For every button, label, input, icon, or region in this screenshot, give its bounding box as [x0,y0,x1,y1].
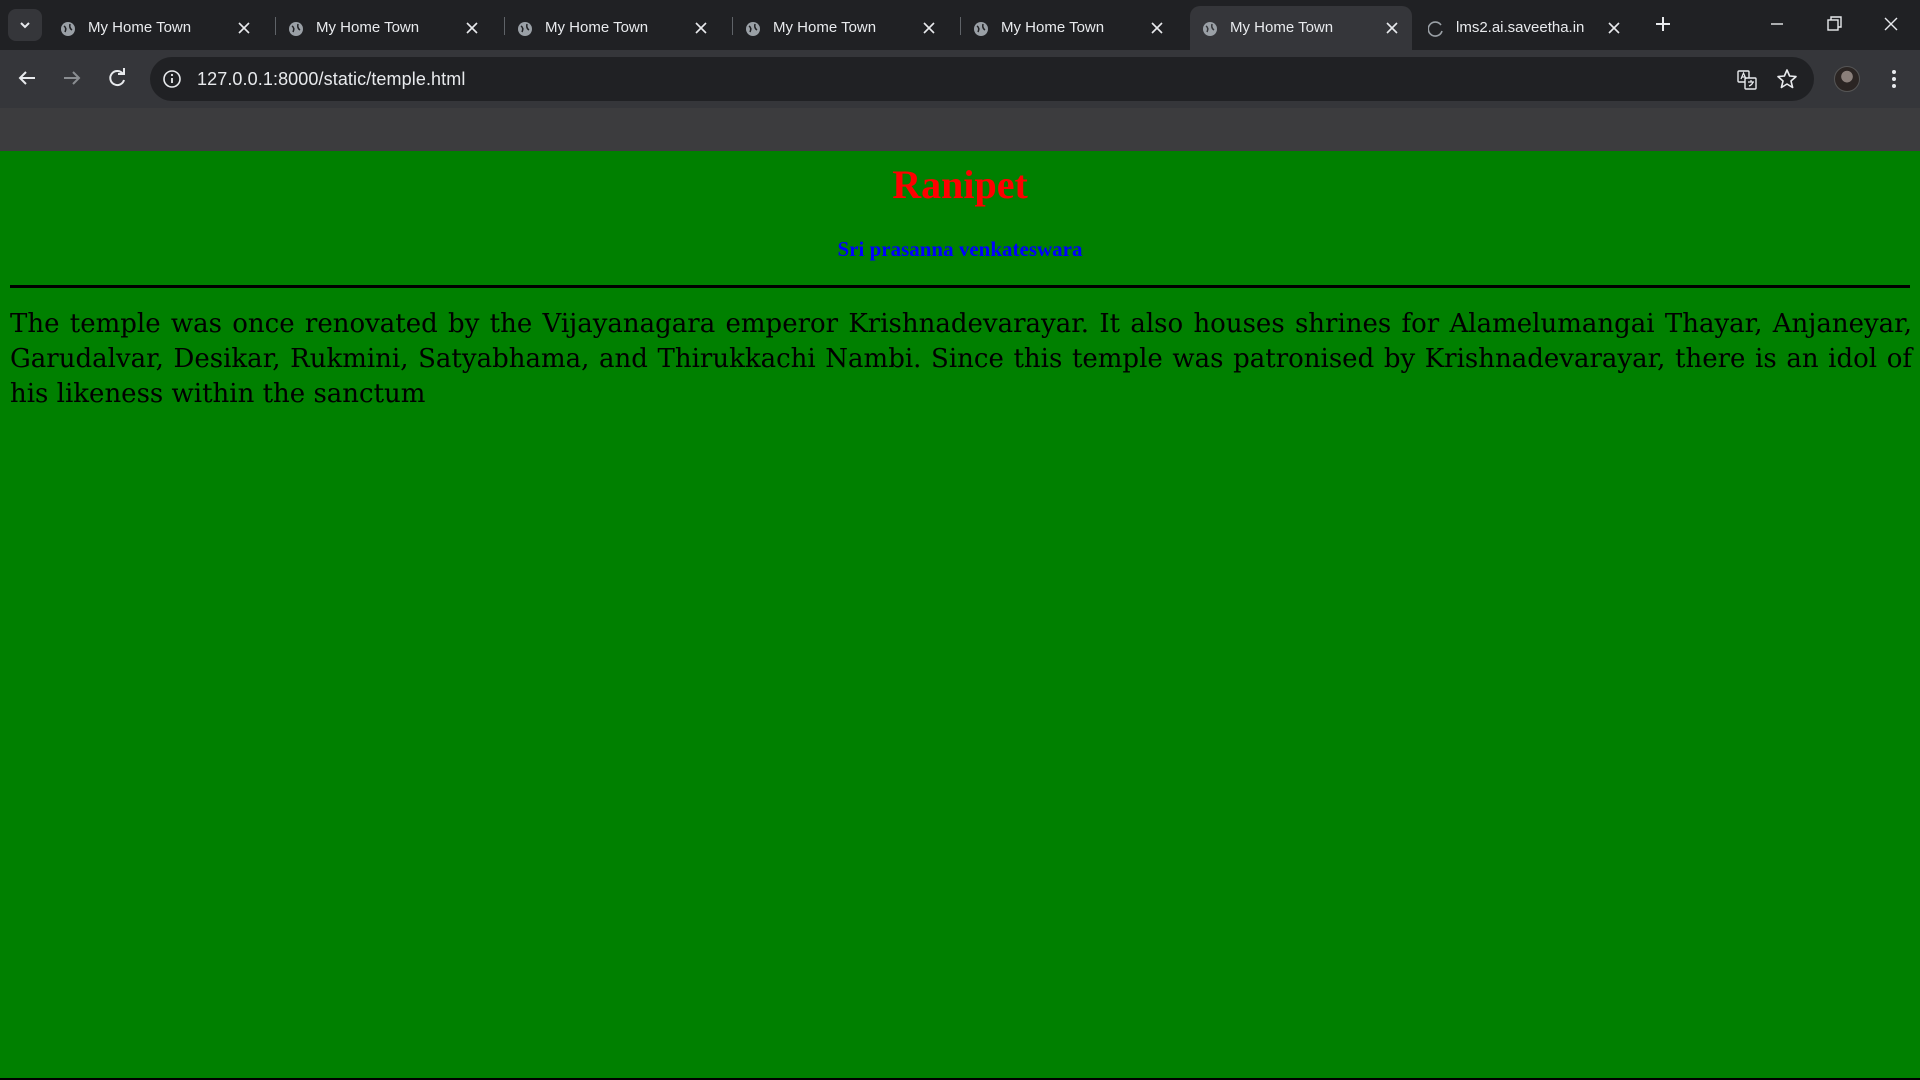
address-bar-url[interactable]: 127.0.0.1:8000/static/temple.html [197,69,465,90]
temple-description: The temple was once renovated by the Vij… [10,309,1912,409]
forward-arrow-icon[interactable] [60,66,84,90]
globe-icon [746,22,760,36]
new-tab-plus-icon[interactable] [1652,13,1674,35]
browser-tab[interactable]: My Home Town [48,6,264,50]
page-title: Ranipet [892,162,1028,207]
browser-tab[interactable]: My Home Town [276,6,492,50]
browser-tab[interactable]: My Home Town [505,6,721,50]
close-icon[interactable] [236,20,252,36]
globe-icon [518,22,532,36]
tab-strip: My Home Town My Home Town My Home Town M… [0,0,1920,50]
translate-icon[interactable] [1736,69,1758,91]
bookmarks-bar [0,108,1920,151]
tab-search-button[interactable] [8,9,42,41]
minimize-icon[interactable] [1763,10,1791,38]
globe-icon [289,22,303,36]
globe-icon [1203,22,1217,36]
close-icon[interactable] [1384,20,1400,36]
horizontal-rule [10,285,1910,288]
tab-title: My Home Town [1001,19,1105,36]
reload-icon[interactable] [105,66,129,90]
more-menu-icon[interactable] [1882,66,1906,92]
profile-avatar[interactable] [1834,66,1860,92]
browser-tab[interactable]: My Home Town [961,6,1177,50]
bookmark-star-icon[interactable] [1776,68,1798,90]
tab-title: My Home Town [1230,19,1334,36]
browser-tab-active[interactable]: My Home Town [1190,6,1412,50]
close-icon[interactable] [921,20,937,36]
close-icon[interactable] [464,20,480,36]
back-arrow-icon[interactable] [15,66,39,90]
page-content: Ranipet Sri prasanna venkateswara The te… [0,151,1920,1080]
browser-tab[interactable]: lms2.ai.saveetha.in [1416,6,1634,50]
close-icon[interactable] [1606,20,1622,36]
close-icon[interactable] [693,20,709,36]
tab-title: lms2.ai.saveetha.in [1456,19,1585,36]
tab-title: My Home Town [545,19,649,36]
tab-title: My Home Town [316,19,420,36]
chevron-down-icon [20,22,30,29]
globe-icon [974,22,988,36]
loading-spinner-icon [1428,21,1443,37]
page-subtitle: Sri prasanna venkateswara [837,237,1083,261]
window-close-icon[interactable] [1877,10,1905,38]
close-icon[interactable] [1149,20,1165,36]
restore-icon[interactable] [1820,10,1848,38]
tab-title: My Home Town [773,19,877,36]
globe-icon [61,22,75,36]
browser-toolbar: 127.0.0.1:8000/static/temple.html [0,50,1920,108]
site-info-icon[interactable] [162,69,182,89]
browser-tab[interactable]: My Home Town [733,6,949,50]
address-bar[interactable]: 127.0.0.1:8000/static/temple.html [150,57,1814,101]
tab-title: My Home Town [88,19,192,36]
